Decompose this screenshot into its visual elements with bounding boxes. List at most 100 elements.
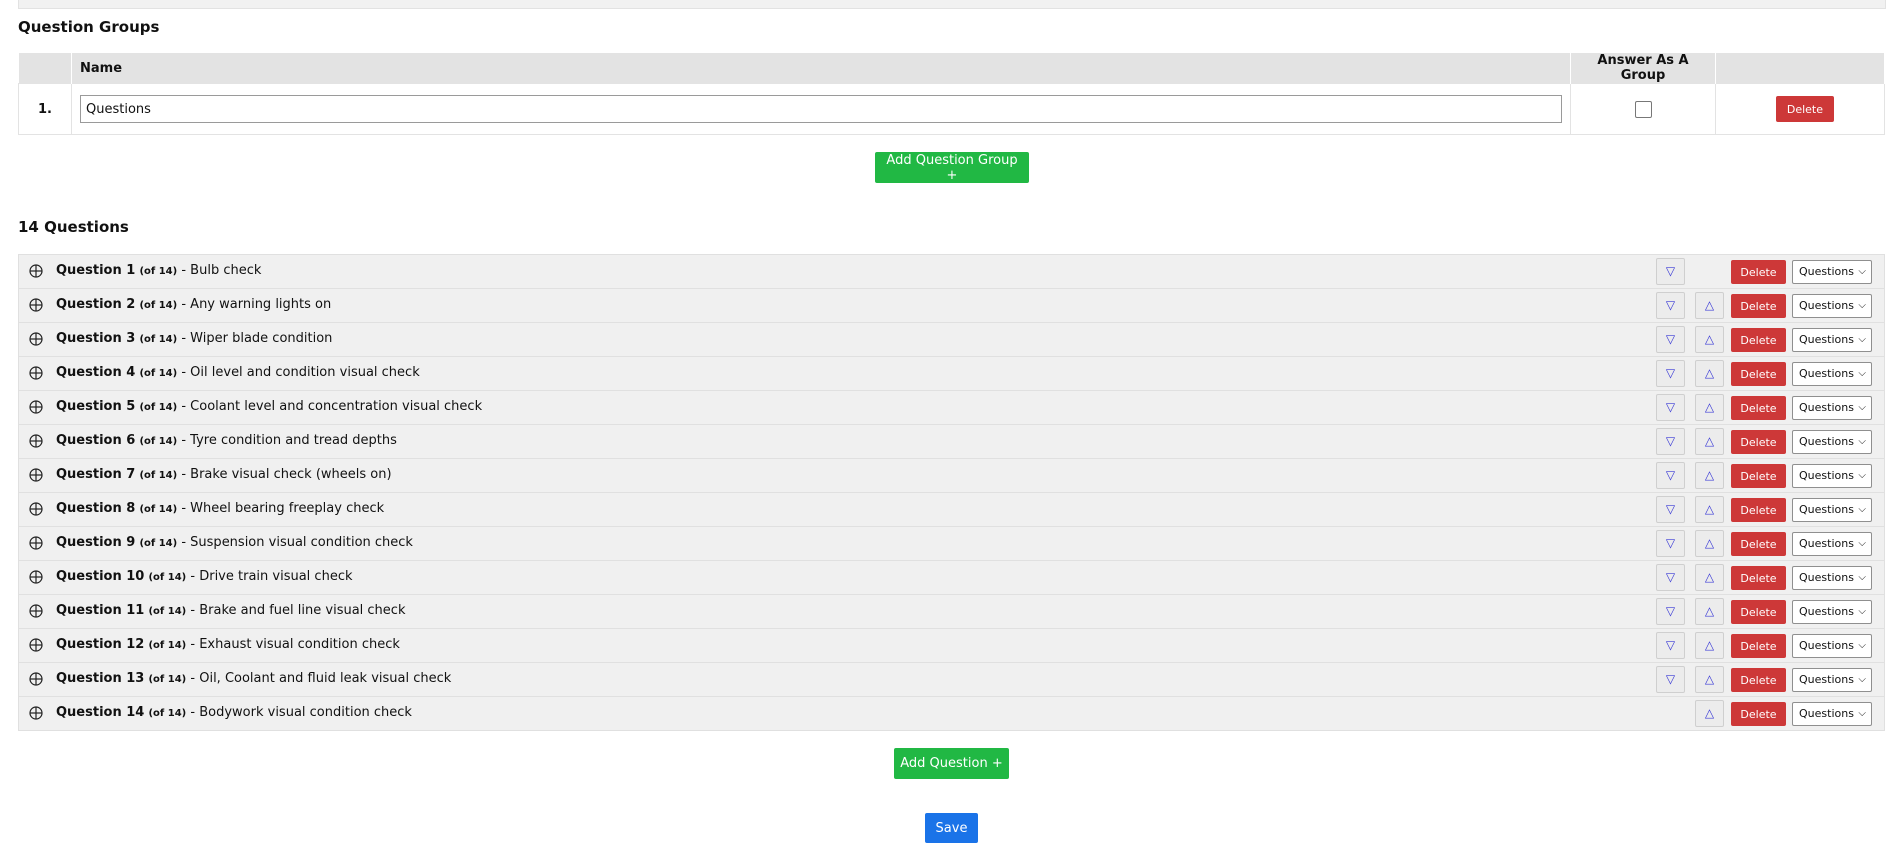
add-question-button[interactable]: Add Question + <box>894 748 1009 779</box>
question-groups-table: Name Answer As A Group 1. Delete <box>18 53 1885 135</box>
question-row: Question 5 (of 14) - Coolant level and c… <box>18 390 1885 424</box>
question-title: Question 7 (of 14) - Brake visual check … <box>56 467 392 482</box>
move-crosshair-icon[interactable] <box>29 570 43 584</box>
question-group-select[interactable]: Questions ⌵ <box>1792 464 1872 488</box>
delete-group-button[interactable]: Delete <box>1775 96 1834 122</box>
question-count: (of 14) <box>139 266 178 277</box>
delete-question-button[interactable]: Delete <box>1731 668 1786 692</box>
add-question-group-button[interactable]: Add Question Group + <box>875 152 1029 183</box>
question-group-select-value: Questions <box>1799 299 1854 312</box>
question-row: Question 11 (of 14) - Brake and fuel lin… <box>18 594 1885 628</box>
question-group-select[interactable]: Questions ⌵ <box>1792 566 1872 590</box>
move-down-button[interactable]: ▽ <box>1656 326 1685 353</box>
move-down-button[interactable]: ▽ <box>1656 666 1685 693</box>
question-count: (of 14) <box>148 606 187 617</box>
move-down-button[interactable]: ▽ <box>1656 292 1685 319</box>
question-group-select[interactable]: Questions ⌵ <box>1792 396 1872 420</box>
question-title: Question 5 (of 14) - Coolant level and c… <box>56 399 483 414</box>
move-down-button[interactable]: ▽ <box>1656 394 1685 421</box>
triangle-up-icon: △ <box>1704 298 1715 312</box>
move-crosshair-icon[interactable] <box>29 638 43 652</box>
group-name-input[interactable] <box>80 95 1562 123</box>
delete-question-button[interactable]: Delete <box>1731 702 1786 726</box>
delete-question-button[interactable]: Delete <box>1731 634 1786 658</box>
move-crosshair-icon[interactable] <box>29 468 43 482</box>
save-button[interactable]: Save <box>925 813 978 843</box>
group-actions-cell: Delete <box>1715 83 1885 135</box>
move-down-button[interactable]: ▽ <box>1656 462 1685 489</box>
move-crosshair-icon[interactable] <box>29 264 43 278</box>
delete-question-button[interactable]: Delete <box>1731 260 1786 284</box>
delete-question-button[interactable]: Delete <box>1731 396 1786 420</box>
chevron-down-icon: ⌵ <box>1858 640 1866 651</box>
delete-question-button[interactable]: Delete <box>1731 294 1786 318</box>
move-down-button[interactable]: ▽ <box>1656 564 1685 591</box>
move-crosshair-icon[interactable] <box>29 536 43 550</box>
question-text: Exhaust visual condition check <box>199 637 400 652</box>
delete-question-button[interactable]: Delete <box>1731 600 1786 624</box>
move-down-button[interactable]: ▽ <box>1656 258 1685 285</box>
move-up-button[interactable]: △ <box>1695 666 1724 693</box>
question-group-select-value: Questions <box>1799 503 1854 516</box>
delete-question-button[interactable]: Delete <box>1731 430 1786 454</box>
chevron-down-icon: ⌵ <box>1858 504 1866 515</box>
question-group-select[interactable]: Questions ⌵ <box>1792 668 1872 692</box>
question-group-select[interactable]: Questions ⌵ <box>1792 600 1872 624</box>
question-group-select[interactable]: Questions ⌵ <box>1792 702 1872 726</box>
question-group-select[interactable]: Questions ⌵ <box>1792 260 1872 284</box>
answer-as-group-checkbox[interactable] <box>1634 100 1652 118</box>
actions-header <box>1715 53 1885 84</box>
question-group-select[interactable]: Questions ⌵ <box>1792 498 1872 522</box>
move-up-button[interactable]: △ <box>1695 700 1724 727</box>
question-title: Question 11 (of 14) - Brake and fuel lin… <box>56 603 406 618</box>
move-down-button[interactable]: ▽ <box>1656 530 1685 557</box>
move-up-button[interactable]: △ <box>1695 632 1724 659</box>
move-up-button[interactable]: △ <box>1695 326 1724 353</box>
question-group-select[interactable]: Questions ⌵ <box>1792 532 1872 556</box>
move-up-button[interactable]: △ <box>1695 360 1724 387</box>
question-title: Question 3 (of 14) - Wiper blade conditi… <box>56 331 333 346</box>
question-group-select[interactable]: Questions ⌵ <box>1792 294 1872 318</box>
chevron-down-icon: ⌵ <box>1858 266 1866 277</box>
question-group-select[interactable]: Questions ⌵ <box>1792 430 1872 454</box>
delete-question-button[interactable]: Delete <box>1731 498 1786 522</box>
question-row: Question 12 (of 14) - Exhaust visual con… <box>18 628 1885 662</box>
move-crosshair-icon[interactable] <box>29 604 43 618</box>
question-title: Question 14 (of 14) - Bodywork visual co… <box>56 705 412 720</box>
move-crosshair-icon[interactable] <box>29 706 43 720</box>
delete-question-button[interactable]: Delete <box>1731 328 1786 352</box>
question-group-select[interactable]: Questions ⌵ <box>1792 328 1872 352</box>
move-down-button[interactable]: ▽ <box>1656 496 1685 523</box>
move-crosshair-icon[interactable] <box>29 298 43 312</box>
move-down-button[interactable]: ▽ <box>1656 598 1685 625</box>
move-up-button[interactable]: △ <box>1695 394 1724 421</box>
move-crosshair-icon[interactable] <box>29 366 43 380</box>
question-text: Suspension visual condition check <box>190 535 413 550</box>
move-down-button[interactable]: ▽ <box>1656 428 1685 455</box>
move-crosshair-icon[interactable] <box>29 400 43 414</box>
move-up-button[interactable]: △ <box>1695 530 1724 557</box>
question-group-select[interactable]: Questions ⌵ <box>1792 362 1872 386</box>
chevron-down-icon: ⌵ <box>1858 300 1866 311</box>
delete-question-button[interactable]: Delete <box>1731 566 1786 590</box>
move-up-button[interactable]: △ <box>1695 598 1724 625</box>
move-crosshair-icon[interactable] <box>29 434 43 448</box>
delete-question-button[interactable]: Delete <box>1731 362 1786 386</box>
move-up-button[interactable]: △ <box>1695 564 1724 591</box>
move-down-button[interactable]: ▽ <box>1656 360 1685 387</box>
delete-question-button[interactable]: Delete <box>1731 532 1786 556</box>
delete-question-button[interactable]: Delete <box>1731 464 1786 488</box>
move-crosshair-icon[interactable] <box>29 502 43 516</box>
chevron-down-icon: ⌵ <box>1858 572 1866 583</box>
triangle-down-icon: ▽ <box>1665 536 1676 550</box>
triangle-down-icon: ▽ <box>1665 434 1676 448</box>
move-crosshair-icon[interactable] <box>29 332 43 346</box>
move-up-button[interactable]: △ <box>1695 292 1724 319</box>
move-up-button[interactable]: △ <box>1695 428 1724 455</box>
move-up-button[interactable]: △ <box>1695 496 1724 523</box>
move-crosshair-icon[interactable] <box>29 672 43 686</box>
question-group-select[interactable]: Questions ⌵ <box>1792 634 1872 658</box>
move-up-button[interactable]: △ <box>1695 462 1724 489</box>
question-row: Question 13 (of 14) - Oil, Coolant and f… <box>18 662 1885 696</box>
move-down-button[interactable]: ▽ <box>1656 632 1685 659</box>
